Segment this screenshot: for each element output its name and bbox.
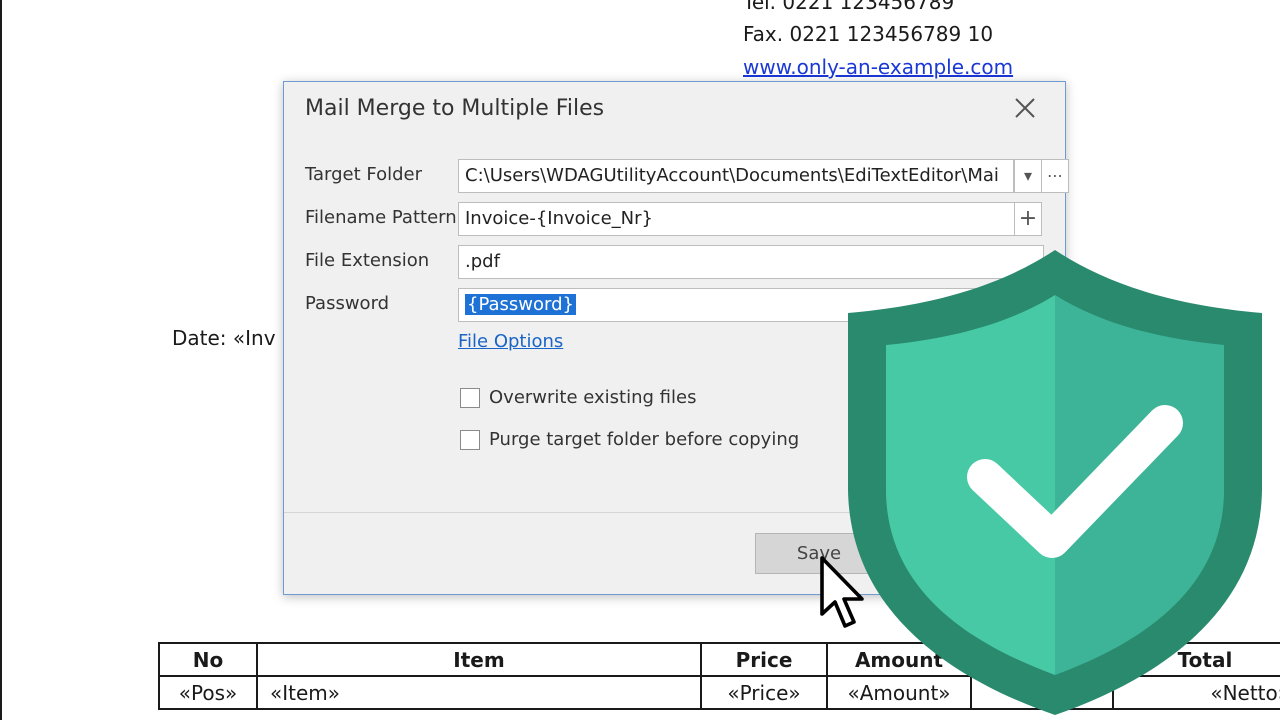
table-header-no: No: [158, 642, 258, 677]
target-folder-label: Target Folder: [305, 164, 423, 185]
table-header-item: Item: [256, 642, 702, 677]
target-folder-dropdown-button[interactable]: ▾: [1014, 159, 1042, 193]
close-button[interactable]: [1007, 90, 1043, 126]
overwrite-checkbox-row[interactable]: Overwrite existing files: [460, 387, 696, 408]
purge-checkbox-row[interactable]: Purge target folder before copying: [460, 429, 799, 450]
ellipsis-icon: ⋯: [1047, 166, 1063, 185]
shield-check-icon: [848, 250, 1262, 715]
password-value-selected: {Password}: [464, 293, 577, 316]
doc-fax: Fax. 0221 123456789 10: [743, 22, 994, 46]
table-cell-item: «Item»: [256, 675, 702, 710]
target-folder-input[interactable]: C:\Users\WDAGUtilityAccount\Documents\Ed…: [458, 159, 1014, 193]
filename-pattern-input[interactable]: Invoice-{Invoice_Nr}: [458, 202, 1041, 236]
password-label: Password: [305, 293, 390, 314]
file-options-link[interactable]: File Options: [458, 331, 563, 352]
plus-icon: +: [1018, 206, 1038, 231]
purge-checkbox[interactable]: [460, 429, 480, 450]
doc-tel: Tel. 0221 123456789: [743, 0, 955, 14]
close-icon: [1015, 98, 1035, 118]
table-cell-pos: «Pos»: [158, 675, 258, 710]
chevron-down-icon: ▾: [1023, 166, 1033, 185]
table-cell-price: «Price»: [700, 675, 828, 710]
overwrite-checkbox[interactable]: [460, 387, 480, 408]
add-placeholder-button[interactable]: +: [1014, 202, 1042, 236]
doc-date-label: Date: «Inv: [172, 326, 276, 350]
filename-pattern-label: Filename Pattern: [305, 207, 457, 228]
overwrite-label: Overwrite existing files: [489, 387, 697, 408]
table-header-price: Price: [700, 642, 828, 677]
browse-folder-button[interactable]: ⋯: [1041, 159, 1069, 193]
dialog-title: Mail Merge to Multiple Files: [305, 96, 605, 121]
file-extension-label: File Extension: [305, 250, 430, 271]
doc-website-link[interactable]: www.only-an-example.com: [743, 55, 1013, 79]
purge-label: Purge target folder before copying: [489, 429, 800, 450]
document-edge: [0, 0, 2, 720]
